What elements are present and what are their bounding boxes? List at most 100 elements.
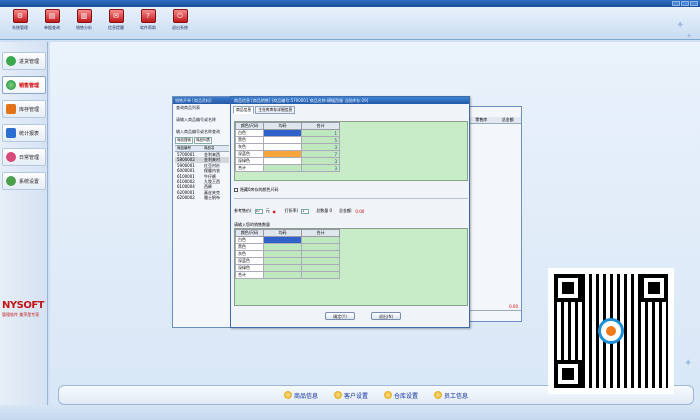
nav-warehouse-settings[interactable]: 仓库设置 (384, 391, 418, 400)
row-total: 3 (301, 143, 340, 151)
system-icon: ⚙ (12, 9, 28, 23)
sidebar-item-daily[interactable]: 日常管理 (2, 148, 46, 166)
column-header: 商品编号 (177, 146, 191, 150)
grid-cell[interactable] (263, 129, 302, 137)
logo-text: NYSOFT (2, 300, 44, 311)
settings-icon (6, 176, 16, 186)
search-doc-icon: ▤ (44, 9, 60, 23)
nav-label: 员工信息 (444, 392, 469, 400)
grid-cell[interactable] (263, 136, 302, 144)
product-list-title: 销售开单 [商品资料] (173, 97, 231, 104)
grid-cell[interactable] (263, 150, 302, 158)
table-row[interactable]: 深蓝色 7 (235, 150, 340, 158)
table-row[interactable]: 白色 1 (235, 129, 340, 137)
toolbar-system-button[interactable]: ⚙ 系统管理 (6, 9, 34, 37)
maximize-button[interactable] (681, 1, 689, 6)
grid-cell[interactable] (263, 243, 302, 251)
grid-cell[interactable] (263, 250, 302, 258)
price-input[interactable] (254, 208, 263, 214)
hide-zero-checkbox[interactable] (234, 188, 238, 192)
discount-input[interactable] (301, 208, 310, 214)
toolbar-exit-button[interactable]: ⏻ 退出系统 (166, 9, 194, 37)
divider (234, 198, 468, 199)
grid-cell[interactable] (263, 143, 302, 151)
column-header: 总金额 (501, 117, 514, 122)
row-total (301, 264, 340, 272)
grid-cell[interactable] (263, 236, 302, 244)
minimize-button[interactable] (672, 1, 680, 6)
sidebar-item-purchase[interactable]: 进货管理 (2, 52, 46, 70)
product-list-window: 销售开单 [商品资料] 查询商品列表 请输入商品编号或名称 输入商品编号或名称查… (172, 96, 232, 328)
toolbar-reminder-button[interactable]: ✉ 信息提醒 (102, 9, 130, 37)
table-row[interactable]: 合计 (235, 271, 340, 279)
product-info-dialog: 商品信息 [商品销售] [商品编号:5700001 商品名称:横幅西服 当前库存… (230, 96, 470, 328)
star-decoration: ✦ (676, 20, 685, 31)
qr-logo-icon (598, 318, 624, 344)
customer-icon (333, 391, 342, 399)
ok-button[interactable]: 确定(Y) (325, 312, 355, 320)
table-row[interactable]: 合计 3 (235, 164, 340, 172)
sidebar-item-inventory[interactable]: 库存管理 (2, 100, 46, 118)
price-info-row: 参考售价( 元 ◆ 打折率( 总数量 0 总金额: 0.00 (234, 208, 364, 214)
row-label: 黑色 (235, 136, 264, 144)
cell-name: 雅士帆布 (204, 195, 220, 201)
grid-cell[interactable] (263, 264, 302, 272)
nav-label: 客户设置 (343, 392, 368, 400)
hide-zero-stock-option[interactable]: 隐藏0库存的颜色尺码 (234, 187, 279, 193)
mail-icon: ✉ (108, 9, 124, 23)
staff-icon (434, 391, 443, 399)
sidebar-item-reports[interactable]: 统计报表 (2, 124, 46, 142)
tab-product-list[interactable]: 商品列表 (194, 137, 212, 144)
nav-customer-settings[interactable]: 客户设置 (333, 391, 368, 400)
report-icon (6, 128, 16, 138)
table-row[interactable]: 黑色 5 (235, 136, 340, 144)
close-button[interactable] (690, 1, 698, 6)
window-controls (672, 1, 698, 6)
nav-product-info[interactable]: 商品信息 (283, 391, 318, 400)
sidebar-item-sales[interactable]: 销售管理 (2, 76, 46, 94)
tab-product-info[interactable]: 商品信息 (233, 106, 255, 114)
stock-grid: 颜色/尺码 均码 合计 白色 1 黑色 5 灰色 3 深蓝色 7 深绿色 3 合计 3 (235, 122, 340, 172)
sidebar: 进货管理 销售管理 库存管理 统计报表 日常管理 系统设置 NYSOFT 管理软… (0, 42, 48, 420)
total-amount-label: 总金额: (339, 208, 353, 213)
table-row[interactable]: 黑色 (235, 243, 340, 251)
dialog-tabs: 商品信息 主仓库库存详细信息 (231, 104, 469, 114)
row-label: 黑色 (235, 243, 264, 251)
qr-finder (554, 274, 582, 302)
discount-label: 打折率( (284, 208, 299, 213)
hide-zero-label: 隐藏0库存的颜色尺码 (240, 187, 279, 192)
table-row[interactable]: 白色 (235, 236, 340, 244)
grid-cell (263, 271, 302, 279)
grid-header-row: 颜色/尺码 均码 合计 (235, 122, 340, 130)
cancel-button[interactable]: 退出(N) (371, 312, 401, 320)
sidebar-item-settings[interactable]: 系统设置 (2, 172, 46, 190)
table-row[interactable]: 灰色 (235, 250, 340, 258)
sidebar-item-label: 进货管理 (19, 58, 40, 65)
row-total (301, 257, 340, 265)
row-label: 灰色 (235, 250, 264, 258)
row-total: 3 (301, 164, 340, 172)
toolbar-label: 信息提醒 (108, 25, 124, 30)
sales-grid-area: 颜色/尺码 均码 合计 白色 黑色 灰色 深蓝色 深绿色 合计 (234, 228, 468, 306)
row-total: 7 (301, 150, 340, 158)
tab-product-search[interactable]: 商品搜索 (175, 137, 193, 144)
table-row[interactable]: 深蓝色 (235, 257, 340, 265)
grid-header-row: 颜色/尺码 均码 合计 (235, 229, 340, 237)
product-table-header: 商品编号 商品名 (175, 145, 229, 152)
table-row[interactable]: 深绿色 3 (235, 157, 340, 165)
row-label: 合计 (235, 164, 264, 172)
grid-cell[interactable] (263, 157, 302, 165)
table-row[interactable]: 深绿色 (235, 264, 340, 272)
table-row[interactable]: 灰色 3 (235, 143, 340, 151)
toolbar-analysis-button[interactable]: ▥ 销售分析 (70, 9, 98, 37)
sidebar-item-label: 库存管理 (19, 106, 40, 113)
toolbar-help-button[interactable]: ? 软件帮助 (134, 9, 162, 37)
tab-warehouse-stock[interactable]: 主仓库库存详细信息 (255, 106, 296, 114)
nav-label: 商品信息 (293, 392, 318, 400)
toolbar-label: 系统管理 (12, 25, 28, 30)
grid-cell[interactable] (263, 257, 302, 265)
summary-header: 零售库 总金额 (468, 117, 521, 124)
toolbar-query-button[interactable]: ▤ 单据查询 (38, 9, 66, 37)
table-row[interactable]: 6200002 雅士帆布 (175, 195, 229, 200)
nav-staff-info[interactable]: 员工信息 (434, 391, 468, 400)
